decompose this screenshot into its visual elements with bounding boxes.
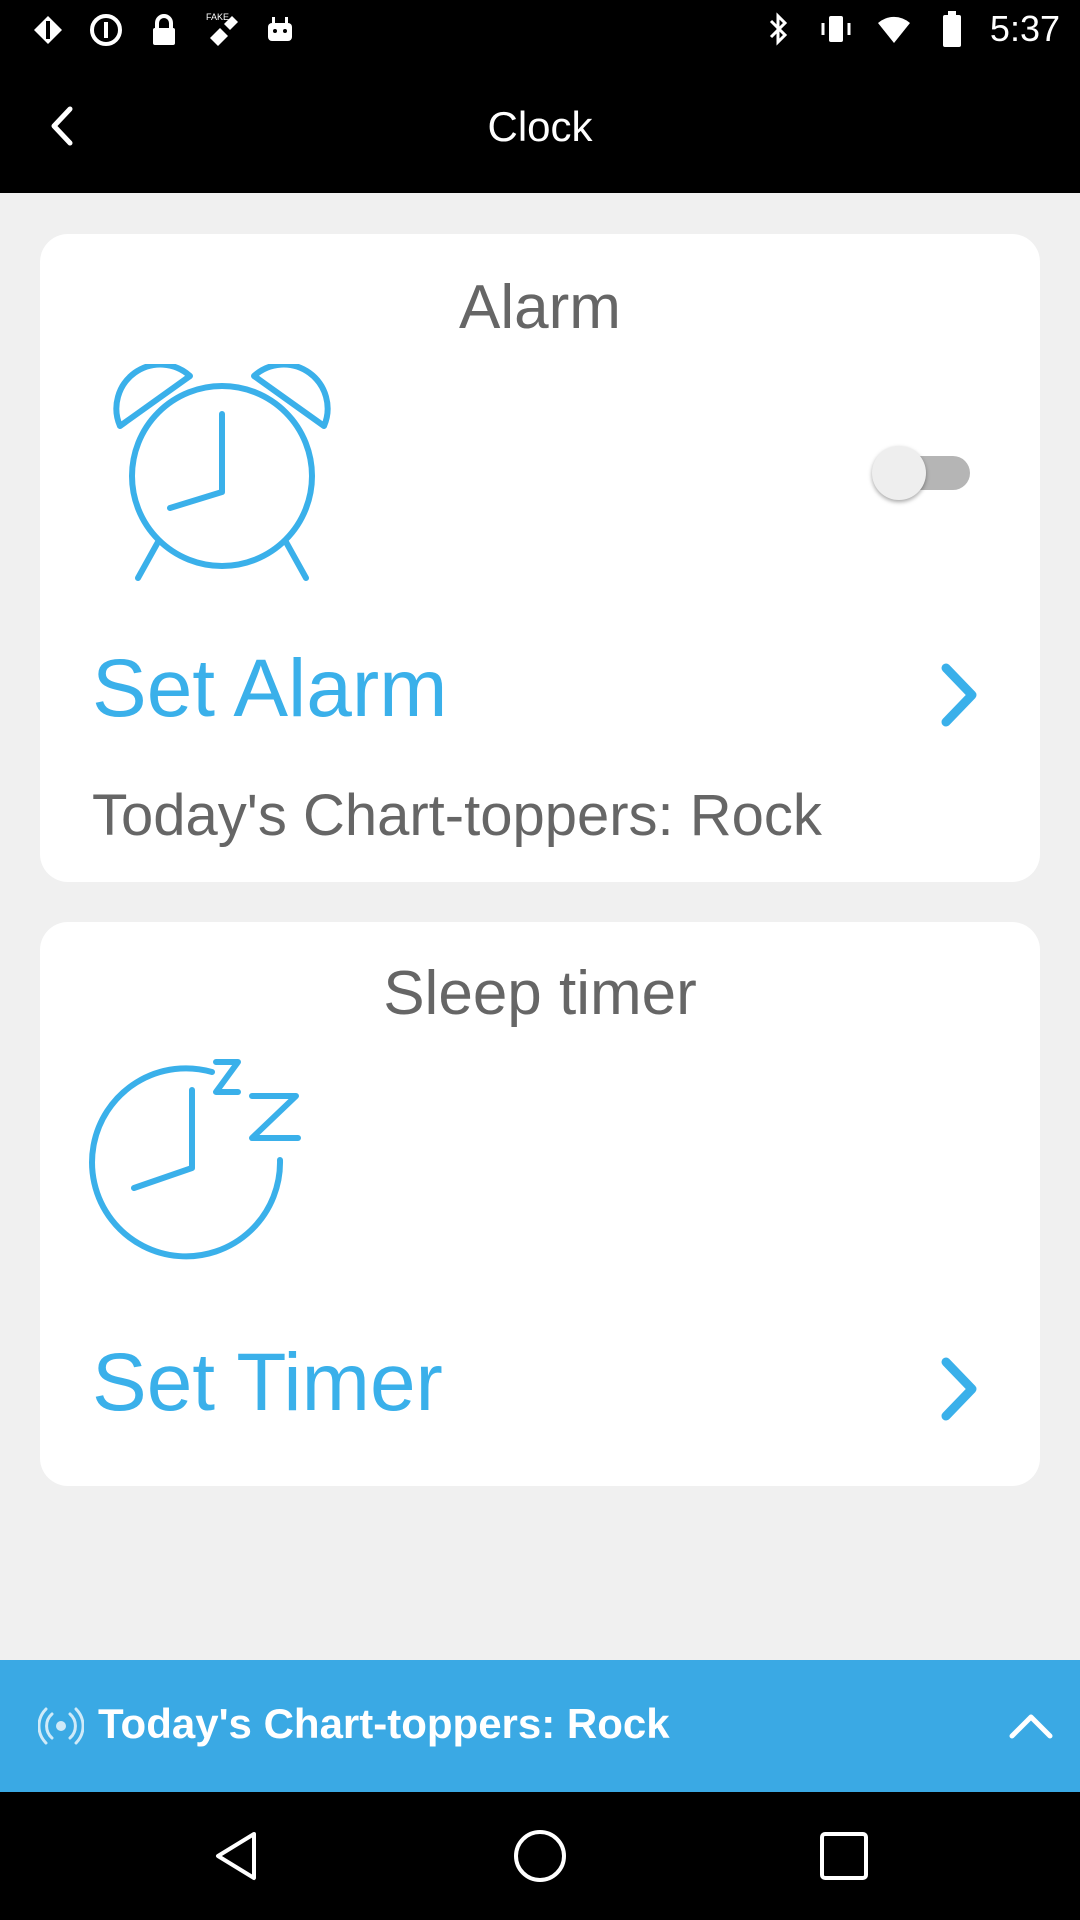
page-title: Clock	[487, 103, 593, 150]
triangle-back-icon	[216, 1832, 256, 1880]
satellite-fake-icon: FAKE	[202, 10, 242, 50]
status-bar: FAKE 5:37	[0, 0, 1080, 63]
app-bar: Clock	[0, 63, 1080, 193]
set-timer-row[interactable]: Set Timer	[92, 1336, 988, 1436]
signal-icon	[28, 10, 68, 50]
status-time: 5:37	[989, 8, 1060, 49]
alarm-heading: Alarm	[459, 273, 621, 342]
toggle-thumb	[872, 446, 926, 500]
radio-broadcast-icon	[37, 1706, 85, 1746]
bluetooth-icon	[758, 9, 798, 49]
now-playing-title: Today's Chart-toppers: Rock	[98, 1700, 670, 1747]
block-icon	[86, 10, 126, 50]
sleep-timer-card: Sleep timer Set Timer	[40, 922, 1040, 1486]
nav-recents-button[interactable]	[814, 1826, 874, 1886]
nav-back-button[interactable]	[206, 1826, 266, 1886]
alarm-card: Alarm Set Alarm Today's Chart-toppers: R…	[40, 234, 1040, 882]
set-alarm-label: Set Alarm	[92, 643, 448, 734]
status-icons-right: 5:37	[758, 8, 1060, 50]
vibrate-icon	[816, 9, 856, 49]
fake-badge: FAKE	[206, 12, 229, 22]
sleep-timer-icon	[88, 1056, 308, 1266]
circle-home-icon	[514, 1830, 566, 1882]
square-recents-icon	[820, 1832, 868, 1880]
android-icon	[260, 10, 300, 50]
battery-icon	[932, 9, 972, 49]
wifi-icon	[874, 9, 914, 49]
chevron-right-icon	[932, 660, 988, 730]
alarm-clock-icon	[112, 361, 332, 582]
set-timer-label: Set Timer	[92, 1337, 443, 1428]
lock-icon	[144, 10, 184, 50]
alarm-toggle[interactable]	[872, 444, 982, 500]
set-alarm-row[interactable]: Set Alarm	[92, 642, 988, 742]
now-playing-bar[interactable]: Today's Chart-toppers: Rock	[0, 1660, 1080, 1792]
nav-home-button[interactable]	[510, 1826, 570, 1886]
alarm-sound-label: Today's Chart-toppers: Rock	[92, 783, 822, 848]
status-icons-left: FAKE	[28, 10, 300, 50]
system-nav-bar	[0, 1792, 1080, 1920]
chevron-right-icon	[932, 1354, 988, 1424]
sleep-timer-heading: Sleep timer	[383, 959, 697, 1028]
chevron-up-icon[interactable]	[1006, 1704, 1056, 1748]
